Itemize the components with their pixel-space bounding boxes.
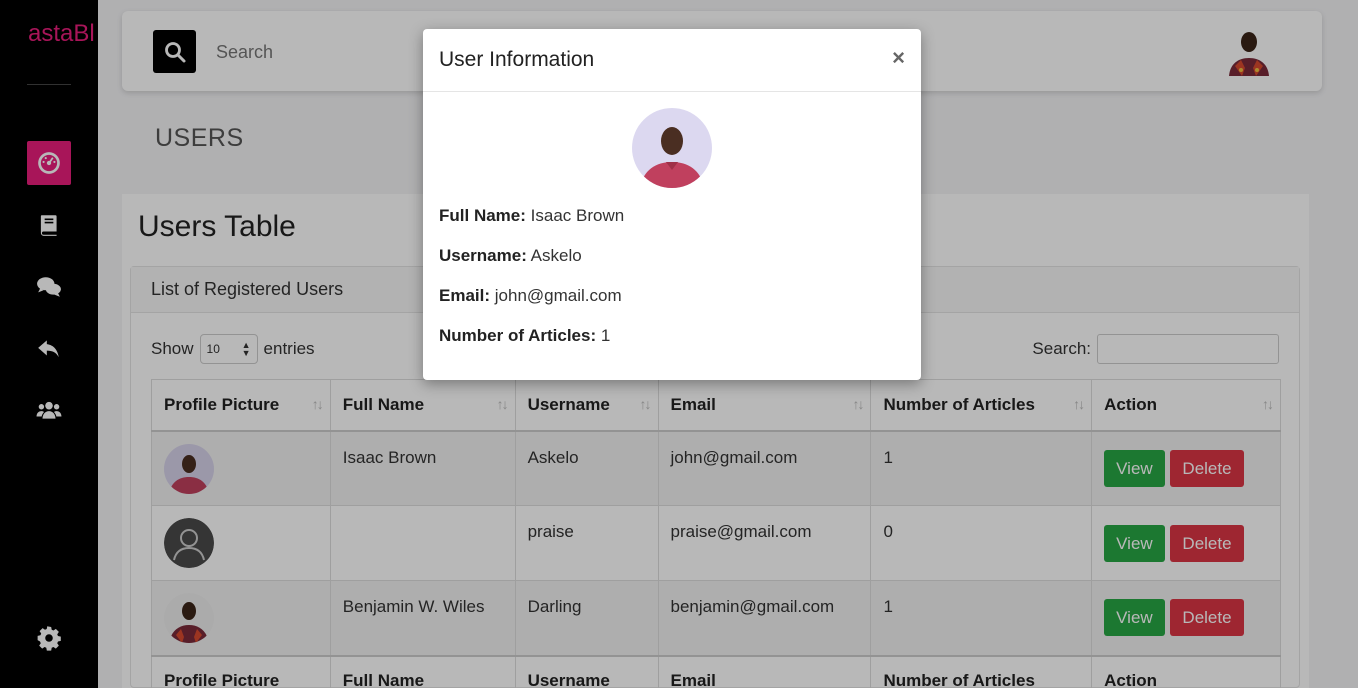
modal-header: User Information × — [423, 29, 921, 92]
modal-title: User Information — [439, 48, 595, 71]
modal-email: Email: john@gmail.com — [439, 286, 622, 305]
user-info-modal: User Information × Full Name: Isaac Brow… — [423, 29, 921, 380]
modal-articles: Number of Articles: 1 — [439, 326, 611, 345]
modal-full-name: Full Name: Isaac Brown — [439, 206, 625, 225]
close-icon[interactable]: × — [892, 45, 905, 71]
modal-username: Username: Askelo — [439, 246, 582, 265]
modal-avatar — [632, 108, 712, 188]
